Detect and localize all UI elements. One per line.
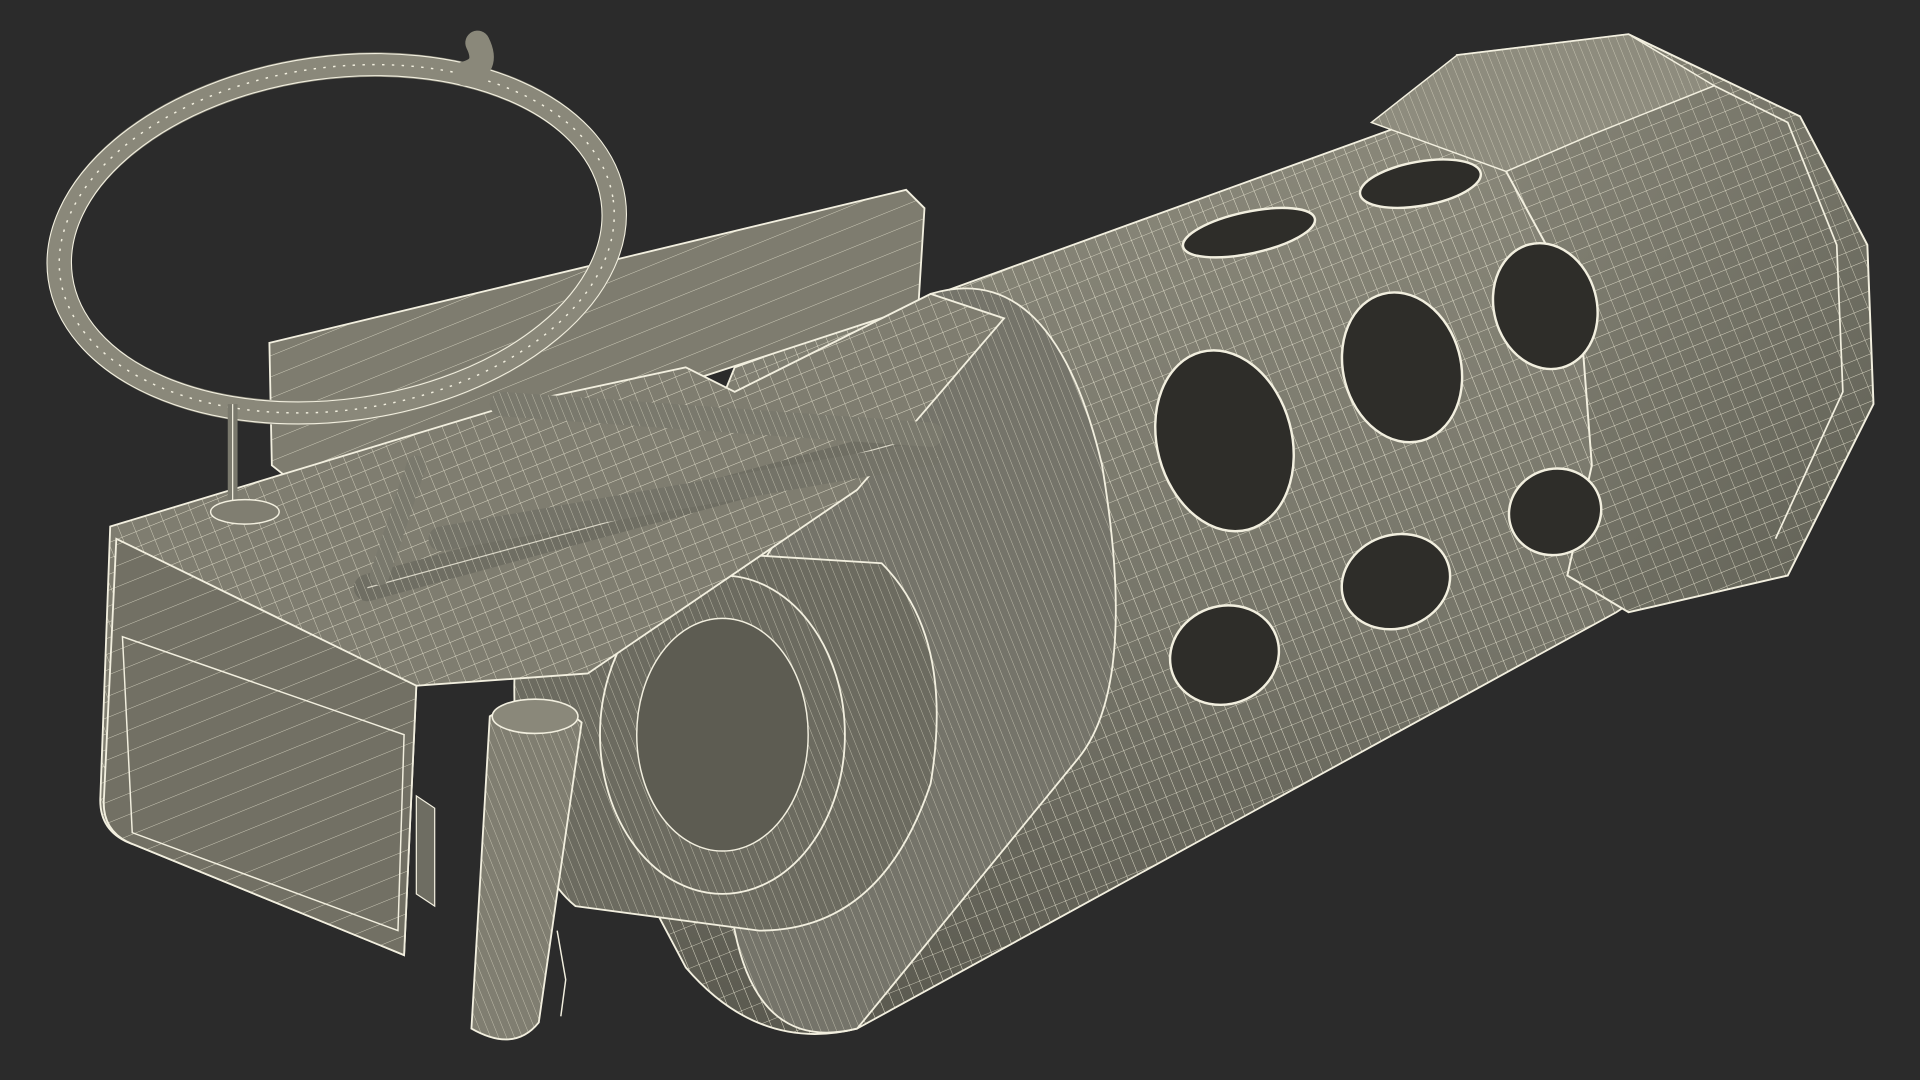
safety-lever [415, 698, 583, 1041]
render-viewport [0, 0, 1920, 1080]
grenade-wireframe-render [46, 30, 1875, 1041]
